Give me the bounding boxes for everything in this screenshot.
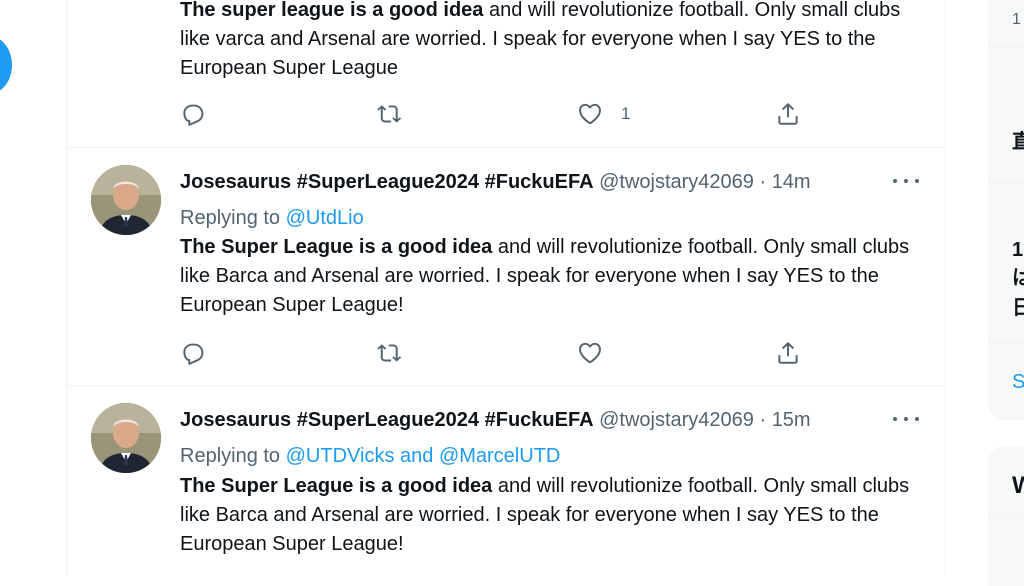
sidebar-trend-text[interactable]: 「 [1012, 100, 1024, 124]
tweet-body-bold: The Super League is a good idea [180, 236, 493, 258]
tweet-body-bold: The super league is a good idea [180, 0, 484, 21]
timeline: The super league is a good idea and will… [66, 0, 946, 576]
reply-icon [183, 104, 204, 126]
tweet-header: Josesaurus #SuperLeague2024 #FuckuEFA @t… [180, 169, 811, 195]
avatar[interactable] [91, 165, 161, 235]
share-button[interactable] [775, 338, 801, 368]
tweet-time[interactable]: 15m [772, 409, 811, 431]
retweet-button[interactable] [377, 338, 403, 368]
share-button[interactable] [775, 99, 801, 129]
sidebar-divider [988, 342, 1024, 343]
sidebar-trend-count: 1 [1012, 11, 1021, 28]
retweet-icon [377, 344, 402, 362]
mention-link[interactable]: @MarcelUTD [439, 445, 560, 467]
tweet-1[interactable]: Josesaurus #SuperLeague2024 #FuckuEFA @t… [67, 147, 945, 386]
meta-separator: · [753, 409, 772, 431]
like-icon [579, 103, 601, 125]
like-button[interactable]: 1 [577, 99, 630, 129]
replying-to-label: Replying to [180, 445, 286, 467]
compose-tweet-button[interactable] [0, 36, 12, 94]
tweet-body: The super league is a good idea and will… [180, 0, 930, 83]
sidebar-divider [988, 516, 1024, 517]
more-options-button[interactable] [893, 171, 919, 191]
replying-to: Replying to @UTDVicks and @MarcelUTD [180, 443, 560, 469]
more-icon [893, 417, 897, 421]
sidebar-show-more-link[interactable]: S [1012, 370, 1024, 394]
sidebar-divider [988, 182, 1024, 183]
replying-to-label: Replying to [180, 207, 286, 229]
share-icon [778, 103, 798, 125]
reply-button[interactable] [180, 338, 206, 368]
avatar-image [91, 165, 161, 235]
sidebar-section-title: W [1012, 472, 1024, 499]
like-icon [579, 342, 601, 364]
tweet-0[interactable]: The super league is a good idea and will… [67, 0, 945, 148]
more-options-button[interactable] [893, 409, 919, 429]
user-handle[interactable]: @twojstary42069 [599, 409, 754, 431]
tweet-body-bold: The Super League is a good idea [180, 475, 493, 497]
share-icon [778, 342, 798, 364]
more-icon [893, 179, 897, 183]
display-name[interactable]: Josesaurus #SuperLeague2024 #FuckuEFA [180, 409, 594, 431]
sidebar-trend-text[interactable]: は [1012, 266, 1024, 290]
sidebar-divider [988, 46, 1024, 47]
replying-to: Replying to @UtdLio [180, 205, 364, 231]
sidebar-trend-text[interactable]: 日 [1012, 296, 1024, 320]
like-button[interactable] [577, 338, 603, 368]
like-count: 1 [621, 104, 631, 123]
tweet-actions: 1 [67, 99, 945, 129]
mention-link[interactable]: @UTDVicks [286, 445, 395, 467]
display-name[interactable]: Josesaurus #SuperLeague2024 #FuckuEFA [180, 171, 594, 193]
tweet-body: The Super League is a good idea and will… [180, 233, 930, 320]
sidebar-trends-panel [988, 0, 1024, 420]
retweet-icon [377, 105, 402, 123]
tweet-header: Josesaurus #SuperLeague2024 #FuckuEFA @t… [180, 407, 811, 433]
tweet-time[interactable]: 14m [772, 171, 811, 193]
tweet-actions [67, 338, 945, 368]
sidebar-trend-text[interactable]: 直 [1012, 130, 1024, 154]
mention-joiner: and [394, 445, 439, 467]
tweet-body: The Super League is a good idea and will… [180, 472, 930, 559]
tweet-2[interactable]: Josesaurus #SuperLeague2024 #FuckuEFA @t… [67, 385, 945, 585]
avatar-image [91, 403, 161, 473]
meta-separator: · [753, 171, 772, 193]
reply-button[interactable] [180, 99, 206, 129]
user-handle[interactable]: @twojstary42069 [599, 171, 754, 193]
sidebar-trend-text[interactable]: 10 [1012, 238, 1024, 262]
retweet-button[interactable] [377, 99, 403, 129]
mention-link[interactable]: @UtdLio [286, 207, 364, 229]
avatar[interactable] [91, 403, 161, 473]
reply-icon [183, 343, 204, 365]
